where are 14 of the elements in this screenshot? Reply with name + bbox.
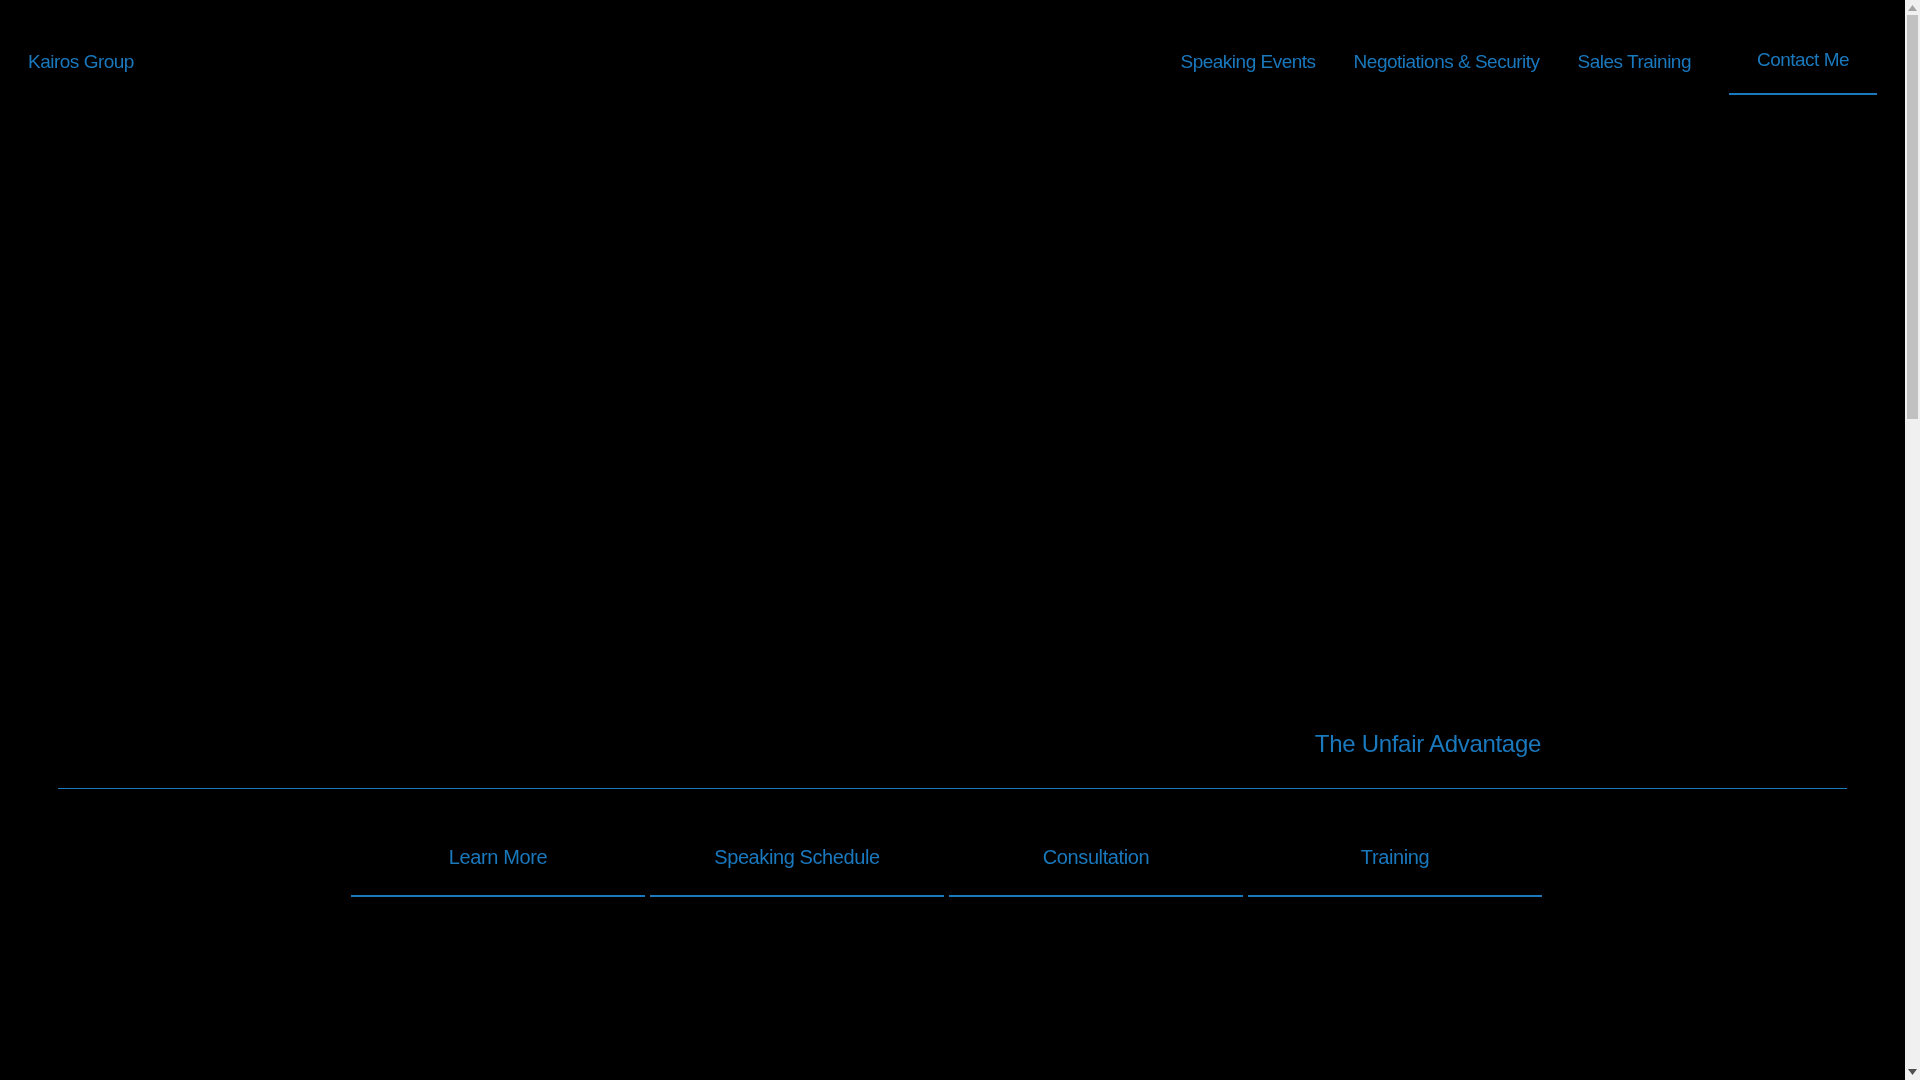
- section-link[interactable]: Learn More: [351, 829, 645, 897]
- nav-link[interactable]: Speaking Events: [1180, 46, 1316, 77]
- nav-link[interactable]: Contact Me: [1729, 46, 1877, 95]
- section-link[interactable]: Training: [1248, 829, 1542, 897]
- scroll-down-icon[interactable]: [1908, 1069, 1917, 1075]
- section-link[interactable]: Consultation: [949, 829, 1243, 897]
- section-link[interactable]: Speaking Schedule: [650, 829, 944, 897]
- hero-tagline: The Unfair Advantage: [1314, 729, 1541, 759]
- nav-link[interactable]: Negotiations & Security: [1353, 46, 1540, 77]
- scroll-up-icon[interactable]: [1908, 5, 1917, 11]
- nav-link[interactable]: Sales Training: [1577, 46, 1691, 77]
- scrollbar-thumb[interactable]: [1907, 15, 1918, 419]
- site-logo[interactable]: Kairos Group: [28, 48, 134, 77]
- scrollbar[interactable]: [1905, 0, 1920, 1080]
